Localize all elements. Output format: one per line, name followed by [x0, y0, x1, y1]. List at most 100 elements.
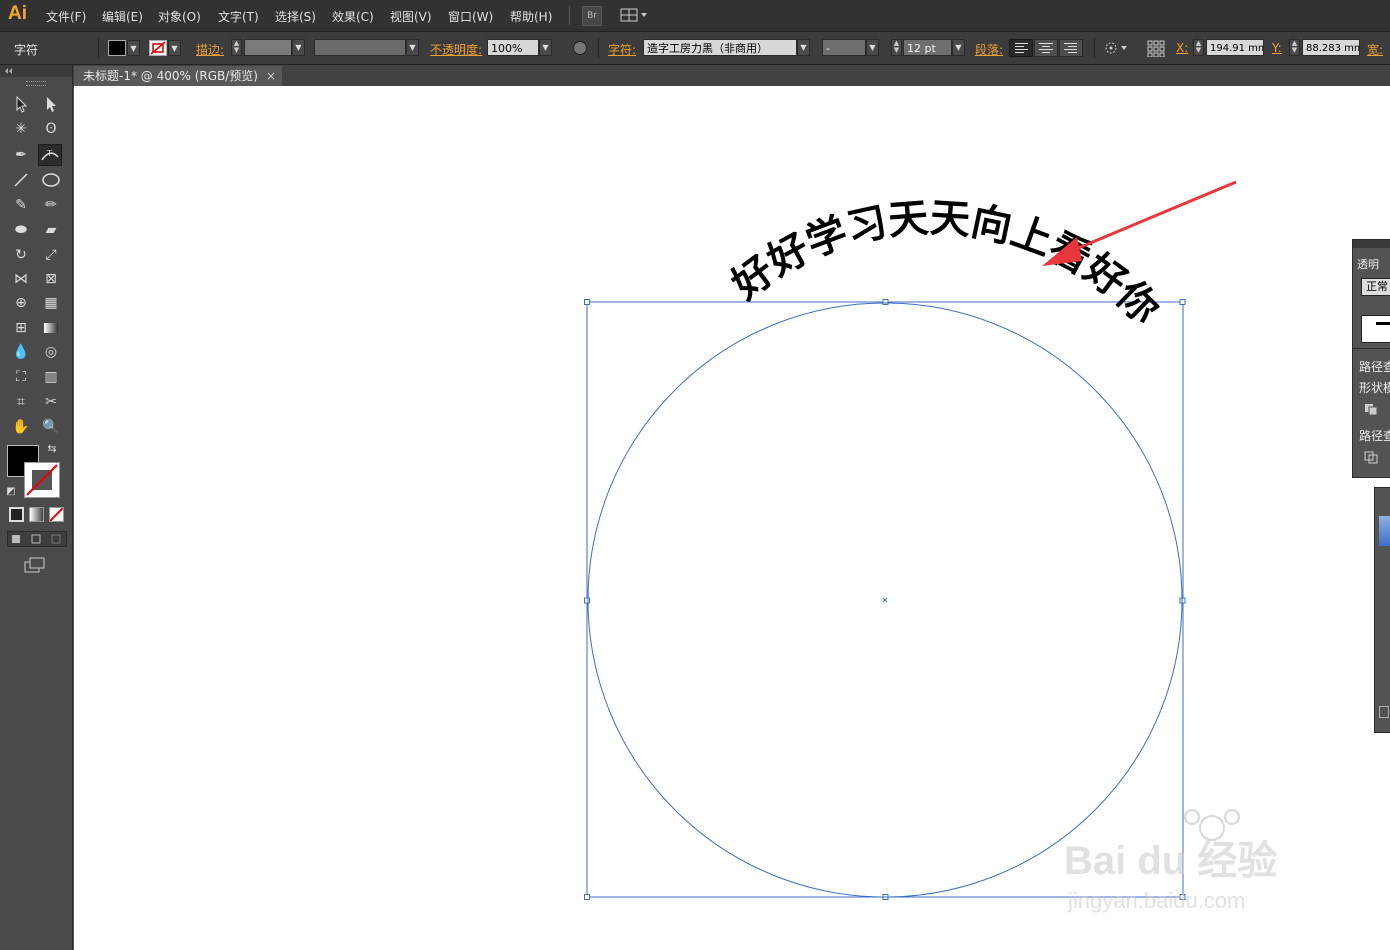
variable-width-profile[interactable] — [314, 39, 406, 56]
eyedropper-tool-icon[interactable]: 💧 — [9, 341, 33, 363]
font-family-dropdown[interactable]: ▼ — [797, 39, 810, 56]
default-colors-icon[interactable]: ◩ — [4, 485, 18, 499]
hand-tool-icon[interactable]: ✋ — [9, 416, 33, 438]
width-label[interactable]: 宽: — [1367, 41, 1383, 58]
transparency-thumbnail — [1361, 315, 1390, 343]
rotate-tool-icon[interactable]: ↻ — [9, 244, 33, 266]
width-tool-icon[interactable]: ⋈ — [9, 268, 33, 290]
font-family-field[interactable]: 造字工房力黑（非商用） — [643, 39, 797, 56]
divide-icon — [1364, 451, 1378, 464]
panel-header-bar[interactable] — [1353, 240, 1390, 248]
transparency-panel-title[interactable]: 透明 — [1357, 256, 1379, 272]
blend-mode-select[interactable]: 正常 — [1361, 278, 1390, 296]
pathfinder-label: 路径查 — [1359, 360, 1390, 374]
document-tab[interactable]: 未标题-1* @ 400% (RGB/预览) × — [74, 66, 282, 86]
shape-builder-tool-icon[interactable]: ⊕ — [9, 292, 33, 314]
paintbrush-tool-icon[interactable]: ✎ — [9, 194, 33, 216]
bridge-button[interactable]: Br — [582, 6, 602, 26]
font-style-field[interactable]: - — [822, 39, 866, 56]
x-label[interactable]: X: — [1176, 41, 1188, 55]
menu-effect[interactable]: 效果(C) — [332, 8, 374, 25]
perspective-grid-tool-icon[interactable]: ▦ — [39, 292, 63, 314]
blob-brush-tool-icon[interactable]: ⬬ — [9, 219, 33, 241]
font-size-dropdown[interactable]: ▼ — [952, 39, 965, 56]
reference-point-button[interactable] — [1146, 39, 1166, 58]
gradient-mode-button[interactable] — [29, 507, 44, 522]
document-tab-title: 未标题-1* @ 400% (RGB/预览) — [83, 69, 258, 83]
close-tab-icon[interactable]: × — [266, 66, 276, 86]
column-graph-tool-icon[interactable]: ▥ — [39, 366, 63, 388]
color-mode-button[interactable] — [9, 507, 24, 522]
type-on-path-tool-icon[interactable]: T — [38, 144, 62, 166]
magic-wand-tool-icon[interactable]: ✳ — [9, 118, 33, 140]
artboard-canvas[interactable]: 好好学习天天向上看好你 Bai du 经验 jingyan.baidu.com — [74, 86, 1390, 950]
free-transform-tool-icon[interactable]: ⊠ — [39, 268, 63, 290]
swatch-preview[interactable] — [1379, 516, 1390, 546]
panel-grip[interactable] — [26, 81, 46, 86]
opacity-dropdown[interactable]: ▼ — [539, 39, 552, 56]
x-stepper[interactable]: ▲ ▼ — [1193, 39, 1204, 56]
pencil-tool-icon[interactable]: ✏ — [39, 194, 63, 216]
ellipse-tool-icon[interactable] — [39, 169, 63, 191]
menu-help[interactable]: 帮助(H) — [510, 8, 552, 25]
panel-menu-icon[interactable] — [1379, 706, 1389, 718]
pen-tool-icon[interactable]: ✒ — [9, 144, 33, 166]
workspace-switcher-button[interactable] — [620, 7, 650, 23]
fill-dropdown[interactable]: ▼ — [127, 40, 140, 56]
align-center-button[interactable] — [1034, 39, 1058, 57]
recolor-icon[interactable] — [573, 41, 587, 55]
font-size-field[interactable]: 12 pt — [903, 39, 952, 56]
gradient-tool-icon[interactable] — [39, 317, 63, 339]
stroke-weight-stepper[interactable]: ▲ ▼ — [231, 39, 242, 56]
selection-tool-icon[interactable] — [9, 93, 33, 115]
menu-file[interactable]: 文件(F) — [46, 8, 86, 25]
menu-select[interactable]: 选择(S) — [275, 8, 316, 25]
tools-panel-header[interactable] — [0, 65, 72, 77]
fill-color-swatch[interactable] — [108, 40, 126, 56]
blend-tool-icon[interactable]: ◎ — [39, 341, 63, 363]
stroke-dropdown[interactable]: ▼ — [168, 40, 181, 56]
menu-window[interactable]: 窗口(W) — [448, 8, 493, 25]
opacity-label[interactable]: 不透明度: — [430, 41, 482, 58]
transform-options-button[interactable] — [1103, 40, 1129, 56]
unite-icon — [1365, 404, 1378, 416]
menu-object[interactable]: 对象(O) — [158, 8, 201, 25]
stroke-color-swatch[interactable] — [149, 40, 167, 56]
eraser-tool-icon[interactable]: ▰ — [39, 219, 63, 241]
font-style-dropdown[interactable]: ▼ — [866, 39, 879, 56]
screen-mode-button[interactable] — [23, 557, 47, 573]
y-field[interactable]: 88.283 mm — [1302, 39, 1360, 56]
y-label[interactable]: Y: — [1272, 41, 1282, 55]
direct-selection-tool-icon[interactable] — [39, 93, 63, 115]
opacity-field[interactable]: 100% — [487, 39, 539, 56]
y-stepper[interactable]: ▲ ▼ — [1289, 39, 1300, 56]
swap-fill-stroke-icon[interactable]: ⇆ — [44, 441, 60, 457]
line-segment-tool-icon[interactable] — [9, 169, 33, 191]
stroke-label[interactable]: 描边: — [196, 41, 224, 58]
symbol-sprayer-tool-icon[interactable]: ⛶ — [9, 366, 33, 388]
divide-button[interactable] — [1363, 450, 1379, 464]
menu-edit[interactable]: 编辑(E) — [102, 8, 143, 25]
no-stroke-icon — [26, 464, 58, 496]
x-field[interactable]: 194.91 mm — [1206, 39, 1264, 56]
character-label[interactable]: 字符: — [608, 41, 636, 58]
artboard-tool-icon[interactable]: ⌗ — [9, 391, 33, 413]
menu-view[interactable]: 视图(V) — [390, 8, 432, 25]
font-size-stepper[interactable]: ▲ ▼ — [891, 39, 902, 56]
mesh-tool-icon[interactable]: ⊞ — [9, 317, 33, 339]
stroke-swatch[interactable] — [24, 462, 60, 498]
none-mode-button[interactable] — [49, 507, 64, 522]
scale-tool-icon[interactable]: ⤢ — [39, 244, 63, 266]
paragraph-label[interactable]: 段落: — [975, 41, 1003, 58]
zoom-tool-icon[interactable]: 🔍 — [39, 416, 63, 438]
stroke-weight-field[interactable] — [244, 39, 292, 56]
align-left-button[interactable] — [1009, 39, 1033, 57]
menu-type[interactable]: 文字(T) — [218, 8, 259, 25]
lasso-tool-icon[interactable]: ʘ — [39, 118, 63, 140]
align-right-button[interactable] — [1059, 39, 1083, 57]
slice-tool-icon[interactable]: ✂ — [39, 391, 63, 413]
stroke-weight-dropdown[interactable]: ▼ — [292, 39, 305, 56]
drawing-modes[interactable] — [7, 531, 67, 547]
variable-width-dropdown[interactable]: ▼ — [406, 39, 419, 56]
unite-button[interactable] — [1363, 402, 1379, 416]
